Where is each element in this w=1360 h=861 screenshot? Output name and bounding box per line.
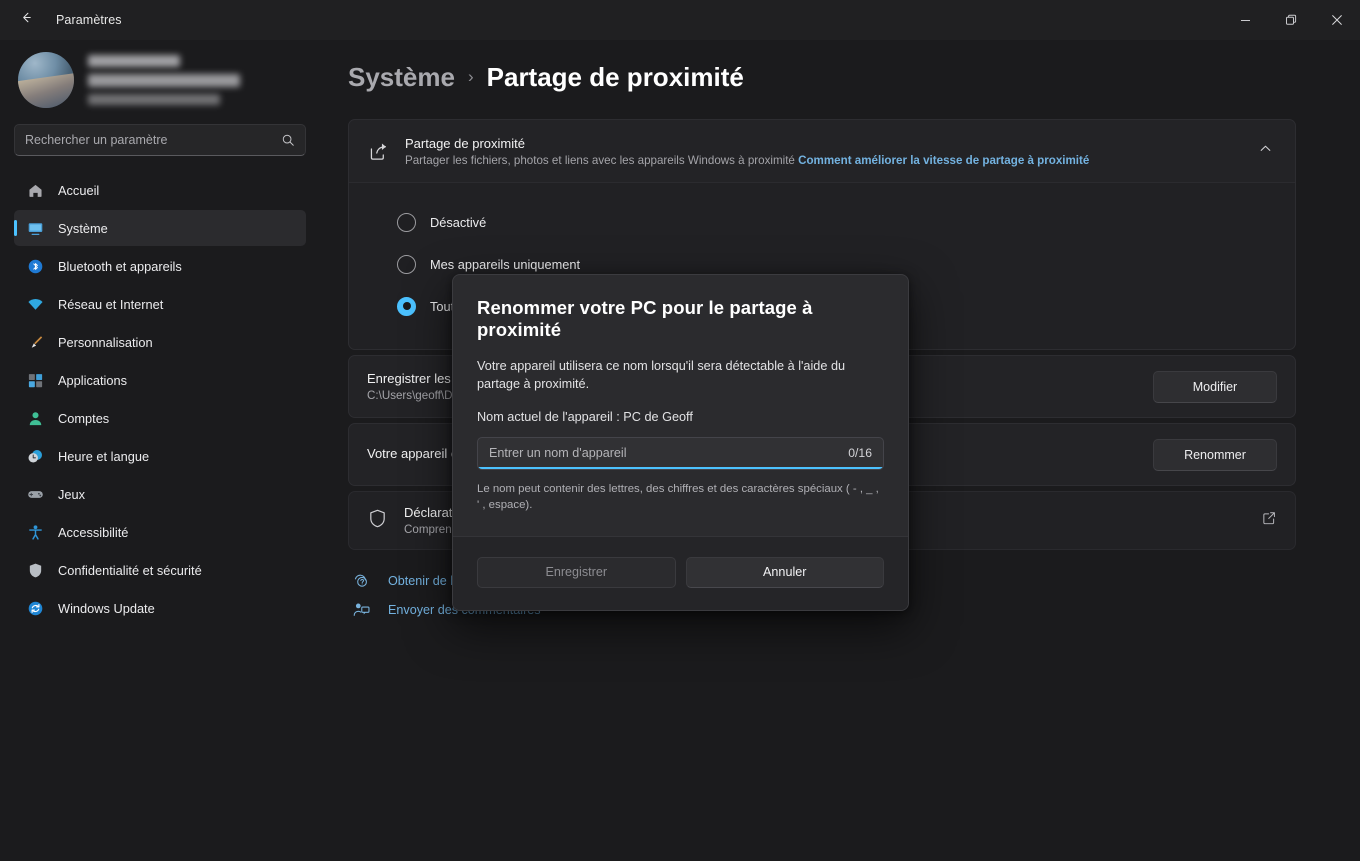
feedback-icon xyxy=(352,601,370,618)
breadcrumb: Système › Partage de proximité xyxy=(348,62,1296,93)
radio-indicator xyxy=(397,254,416,274)
dialog-hint: Le nom peut contenir des lettres, des ch… xyxy=(477,482,879,512)
sidebar-item-confidentialite-et-securite[interactable]: Confidentialité et sécurité xyxy=(14,552,306,588)
sidebar-item-label: Confidentialité et sécurité xyxy=(58,562,202,578)
sidebar-item-label: Accueil xyxy=(58,182,100,198)
nearby-sharing-subtitle-text: Partager les fichiers, photos et liens a… xyxy=(405,153,795,167)
external-link-icon xyxy=(1261,510,1277,531)
sidebar-item-label: Réseau et Internet xyxy=(58,296,164,312)
search-box[interactable] xyxy=(14,124,306,156)
gamepad-icon xyxy=(26,485,44,503)
current-device-name: Nom actuel de l'appareil : PC de Geoff xyxy=(477,409,693,424)
character-counter: 0/16 xyxy=(848,446,872,461)
save-button[interactable]: Enregistrer xyxy=(477,556,676,588)
sidebar-item-label: Système xyxy=(58,220,108,236)
sidebar-item-label: Comptes xyxy=(58,410,110,426)
window-controls xyxy=(1222,0,1360,40)
radio-label: Désactivé xyxy=(430,214,487,230)
apps-icon xyxy=(26,371,44,389)
device-name-input-wrapper[interactable]: 0/16 xyxy=(477,436,884,470)
search-icon xyxy=(281,133,295,147)
settings-window: Paramètres Rechercher un paramètre Accue… xyxy=(0,0,1360,861)
dialog-body: Renommer votre PC pour le partage à prox… xyxy=(453,275,908,536)
profile-name-redacted xyxy=(88,55,180,67)
sidebar-item-label: Bluetooth et appareils xyxy=(58,258,182,274)
sidebar-item-label: Jeux xyxy=(58,486,86,502)
radio-option-desactive[interactable]: Désactivé xyxy=(397,201,1277,243)
improve-speed-link[interactable]: Comment améliorer la vitesse de partage … xyxy=(798,154,1089,167)
sidebar-item-accueil[interactable]: Accueil xyxy=(14,172,306,208)
dialog-footer: Enregistrer Annuler xyxy=(453,535,908,610)
radio-label: Mes appareils uniquement xyxy=(430,256,581,272)
brush-icon xyxy=(26,333,44,351)
update-icon xyxy=(26,599,44,617)
sidebar-item-heure-et-langue[interactable]: Heure et langue xyxy=(14,438,306,474)
back-arrow-icon xyxy=(19,10,34,30)
close-icon xyxy=(1331,14,1343,26)
nearby-sharing-title: Partage de proximité xyxy=(405,135,525,151)
profile-text xyxy=(88,55,240,105)
sidebar-item-bluetooth-et-appareils[interactable]: Bluetooth et appareils xyxy=(14,248,306,284)
window-title: Paramètres xyxy=(56,13,122,27)
avatar xyxy=(18,52,74,108)
cancel-button[interactable]: Annuler xyxy=(685,556,884,588)
shield-icon xyxy=(26,561,44,579)
nearby-sharing-subtitle: Partager les fichiers, photos et liens a… xyxy=(405,154,1238,167)
user-profile[interactable] xyxy=(14,40,306,124)
nearby-sharing-header[interactable]: Partage de proximité Partager les fichie… xyxy=(349,120,1295,182)
minimize-button[interactable] xyxy=(1222,0,1268,40)
close-button[interactable] xyxy=(1314,0,1360,40)
breadcrumb-root[interactable]: Système xyxy=(348,62,455,93)
radio-indicator xyxy=(397,212,416,232)
sidebar-item-jeux[interactable]: Jeux xyxy=(14,476,306,512)
dialog-description: Votre appareil utilisera ce nom lorsqu'i… xyxy=(477,359,846,392)
accessibility-icon xyxy=(26,523,44,541)
wifi-icon xyxy=(26,295,44,313)
sidebar-item-label: Personnalisation xyxy=(58,334,153,350)
change-location-button[interactable]: Modifier xyxy=(1153,370,1277,403)
radio-indicator-selected xyxy=(397,296,416,316)
maximize-button[interactable] xyxy=(1268,0,1314,40)
sidebar-item-comptes[interactable]: Comptes xyxy=(14,400,306,436)
profile-sub-redacted xyxy=(88,94,220,105)
person-icon xyxy=(26,409,44,427)
sidebar-item-label: Accessibilité xyxy=(58,524,129,540)
rename-device-button[interactable]: Renommer xyxy=(1153,438,1277,471)
page-title: Partage de proximité xyxy=(486,62,744,92)
sidebar: Accueil Système xyxy=(0,40,320,861)
device-name-input[interactable] xyxy=(489,446,839,461)
sidebar-item-label: Applications xyxy=(58,372,128,388)
clock-globe-icon xyxy=(26,447,44,465)
sidebar-item-reseau-et-internet[interactable]: Réseau et Internet xyxy=(14,286,306,322)
share-icon xyxy=(367,141,389,162)
sidebar-item-label: Heure et langue xyxy=(58,448,150,464)
title-bar: Paramètres xyxy=(0,0,1360,40)
minimize-icon xyxy=(1240,15,1251,26)
profile-email-redacted xyxy=(88,74,240,87)
sidebar-item-systeme[interactable]: Système xyxy=(14,210,306,246)
sidebar-item-accessibilite[interactable]: Accessibilité xyxy=(14,514,306,550)
chevron-up-icon[interactable] xyxy=(1254,141,1277,161)
sidebar-nav: Accueil Système Bluetooth et appareils R… xyxy=(14,172,306,626)
dialog-title: Renommer votre PC pour le partage à prox… xyxy=(477,297,813,340)
sidebar-item-applications[interactable]: Applications xyxy=(14,362,306,398)
back-button[interactable] xyxy=(8,4,44,36)
sidebar-item-personnalisation[interactable]: Personnalisation xyxy=(14,324,306,360)
sidebar-item-windows-update[interactable]: Windows Update xyxy=(14,590,306,626)
breadcrumb-separator: › xyxy=(467,67,474,87)
nearby-sharing-text: Partage de proximité Partager les fichie… xyxy=(405,136,1238,167)
search-input[interactable] xyxy=(25,133,281,147)
sidebar-item-label: Windows Update xyxy=(58,600,155,616)
shield-icon xyxy=(367,508,388,534)
rename-pc-dialog: Renommer votre PC pour le partage à prox… xyxy=(452,274,909,611)
bluetooth-icon xyxy=(26,257,44,275)
monitor-icon xyxy=(26,219,44,237)
restore-icon xyxy=(1285,14,1297,26)
home-icon xyxy=(26,181,44,199)
help-icon xyxy=(352,572,370,589)
